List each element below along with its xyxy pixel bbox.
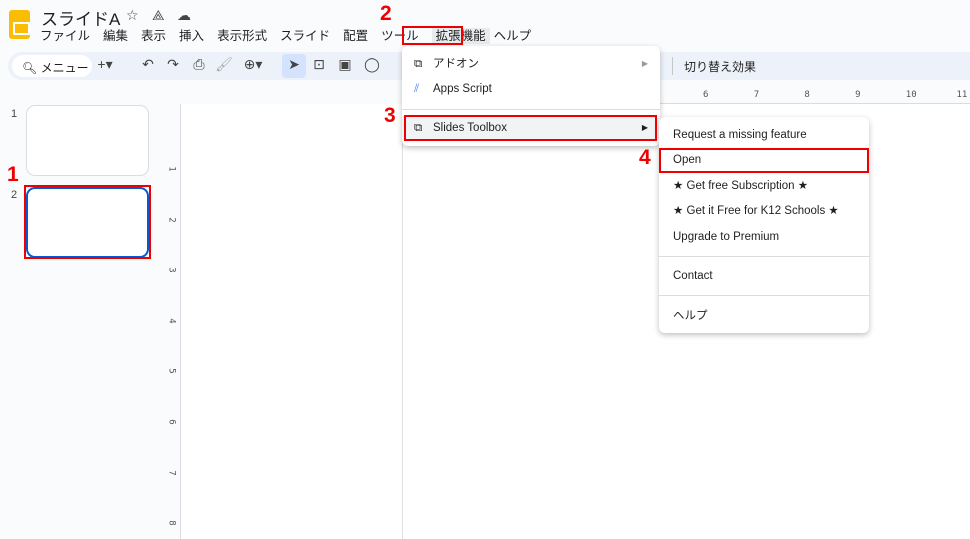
menu-view[interactable]: 表示 bbox=[141, 28, 173, 44]
annotation-box-3 bbox=[404, 115, 657, 141]
menu-format[interactable]: 表示形式 bbox=[217, 28, 274, 44]
slide-number: 2 bbox=[11, 189, 18, 201]
slide-number: 1 bbox=[11, 108, 18, 120]
image-icon[interactable]: ▣ bbox=[335, 56, 355, 73]
print-icon[interactable]: ⎙ bbox=[189, 56, 209, 73]
ruler-tick-label: 11 bbox=[956, 90, 968, 100]
shape-icon[interactable]: ◯ bbox=[362, 56, 382, 73]
undo-icon[interactable]: ↶ bbox=[138, 56, 158, 73]
menu-edit[interactable]: 編集 bbox=[103, 28, 135, 44]
ruler-tick-label: 2 bbox=[166, 216, 177, 223]
submenu-k12[interactable]: ★ Get it Free for K12 Schools ★ bbox=[659, 199, 869, 223]
menu-slide[interactable]: スライド bbox=[280, 28, 337, 44]
annotation-3: 3 bbox=[384, 104, 396, 127]
redo-icon[interactable]: ↷ bbox=[163, 56, 183, 73]
annotation-1: 1 bbox=[7, 163, 19, 186]
toolbar-divider bbox=[672, 57, 673, 75]
menu-search-input[interactable]: 🔍︎ メニュー bbox=[12, 55, 92, 77]
apps-script-icon: ⫽ bbox=[414, 83, 420, 95]
ruler-tick-label: 7 bbox=[166, 469, 177, 476]
submenu-free-subscription[interactable]: ★ Get free Subscription ★ bbox=[659, 174, 869, 198]
ruler-tick-label: 7 bbox=[753, 90, 760, 100]
cloud-saved-icon[interactable]: ☁ bbox=[177, 7, 191, 24]
annotation-2: 2 bbox=[380, 2, 392, 25]
ruler-tick-label: 4 bbox=[166, 318, 177, 324]
menu-divider bbox=[659, 256, 869, 257]
zoom-icon[interactable]: ⊕▾ bbox=[243, 56, 263, 73]
menu-item-addons[interactable]: ⧉ アドオン ▶ bbox=[402, 52, 660, 76]
doc-title[interactable]: スライドA bbox=[41, 5, 120, 30]
ruler-tick-label: 9 bbox=[855, 90, 861, 100]
annotation-4: 4 bbox=[639, 146, 651, 169]
paint-format-icon[interactable]: 🖌︎ bbox=[214, 56, 234, 73]
search-icon: 🔍︎ bbox=[22, 61, 41, 75]
ruler-tick-label: 5 bbox=[166, 368, 177, 375]
menu-arrange[interactable]: 配置 bbox=[343, 28, 375, 44]
menu-help[interactable]: ヘルプ bbox=[494, 28, 539, 44]
star-icon[interactable]: ☆ bbox=[126, 7, 139, 24]
menubar: ファイル 編集 表示 挿入 表示形式 スライド 配置 ツール 拡張機能 ヘルプ bbox=[40, 28, 544, 44]
slide-edge bbox=[402, 104, 403, 539]
ruler-tick-label: 10 bbox=[905, 90, 917, 100]
ruler-tick-label: 8 bbox=[166, 520, 177, 526]
menu-insert[interactable]: 挿入 bbox=[179, 28, 211, 44]
menu-divider bbox=[402, 109, 660, 110]
submenu-contact[interactable]: Contact bbox=[659, 264, 869, 288]
addon-icon: ⧉ bbox=[414, 58, 423, 70]
new-slide-icon[interactable]: +▾ bbox=[95, 56, 115, 73]
submenu-help[interactable]: ヘルプ bbox=[659, 304, 869, 328]
slide-thumbnail-1[interactable] bbox=[26, 105, 149, 176]
menu-file[interactable]: ファイル bbox=[40, 28, 97, 44]
submenu-arrow-icon: ▶ bbox=[641, 59, 648, 68]
ruler-tick-label: 3 bbox=[166, 267, 177, 273]
menu-item-apps-script[interactable]: ⫽ Apps Script bbox=[402, 77, 660, 101]
ruler-tick-label: 6 bbox=[166, 419, 177, 425]
transition-button[interactable]: 切り替え効果 bbox=[684, 58, 756, 75]
submenu-request-feature[interactable]: Request a missing feature bbox=[659, 123, 869, 147]
menu-divider bbox=[659, 295, 869, 296]
ruler-tick-label: 6 bbox=[703, 90, 709, 100]
annotation-box-2 bbox=[402, 26, 463, 45]
textbox-icon[interactable]: ⊡ bbox=[309, 56, 329, 73]
submenu-upgrade[interactable]: Upgrade to Premium bbox=[659, 225, 869, 249]
move-to-drive-icon[interactable]: ⟁ bbox=[152, 7, 165, 24]
annotation-box-4 bbox=[659, 148, 869, 173]
ruler-tick-label: 8 bbox=[804, 90, 810, 100]
ruler-tick-label: 1 bbox=[166, 166, 177, 172]
slides-logo[interactable] bbox=[9, 10, 30, 39]
cursor-icon: ➤ bbox=[288, 56, 300, 72]
annotation-box-1 bbox=[24, 185, 151, 259]
